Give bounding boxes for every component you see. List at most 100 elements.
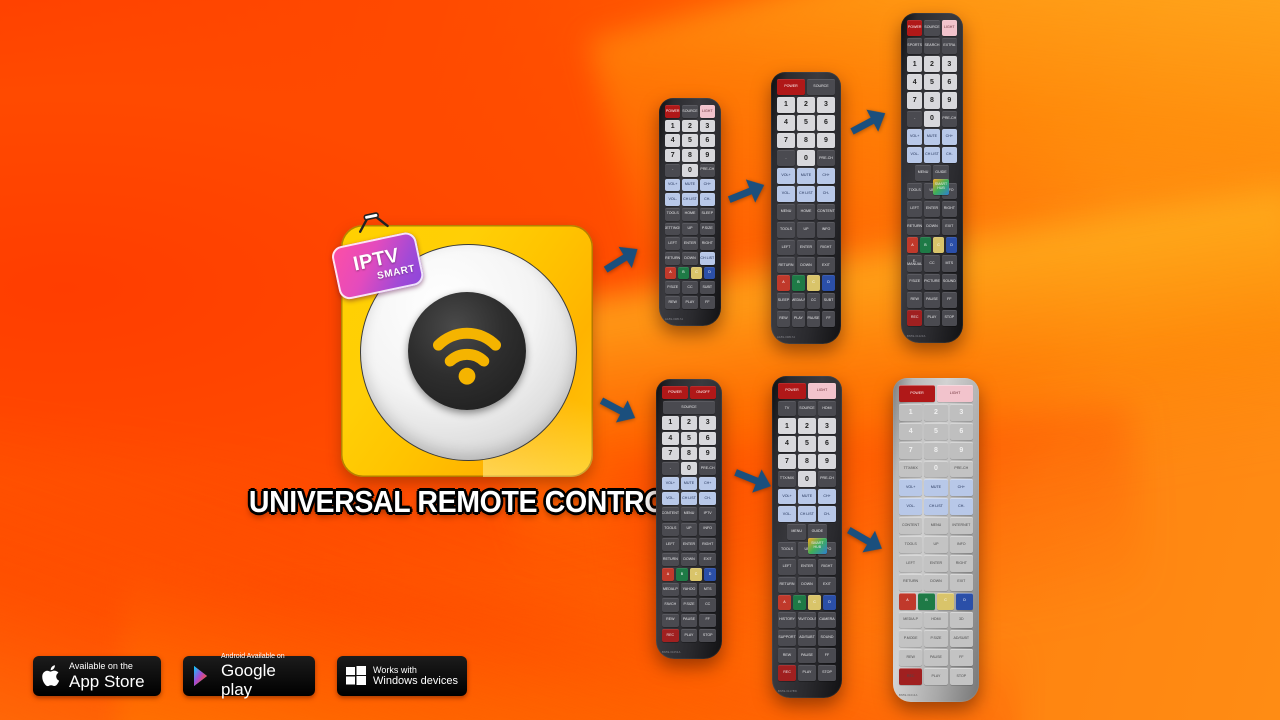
key-ch[interactable]: CH- xyxy=(818,506,836,523)
key-internet[interactable]: INTERNET xyxy=(949,517,973,534)
key-c[interactable]: C xyxy=(690,568,702,582)
key-vol[interactable]: VOL- xyxy=(778,506,796,523)
key-rec[interactable]: REC xyxy=(662,628,679,642)
key-ch[interactable]: CH- xyxy=(699,193,715,206)
key-pause[interactable]: PAUSE xyxy=(924,291,940,308)
key-down[interactable]: DOWN xyxy=(924,573,948,591)
key-5[interactable]: 5 xyxy=(924,74,940,91)
universal-remote-app-icon[interactable]: IPTV SMART xyxy=(329,212,593,477)
key-pause[interactable]: PAUSE xyxy=(680,613,698,627)
key-mute[interactable]: MUTE xyxy=(798,488,816,505)
key-c[interactable]: C xyxy=(808,594,821,611)
key-2[interactable]: 2 xyxy=(680,416,698,430)
key-sleep[interactable]: SLEEP xyxy=(699,207,715,221)
key-smart-hub[interactable]: SMART HUB xyxy=(933,179,949,196)
key-7[interactable]: 7 xyxy=(777,132,795,149)
key-rew[interactable]: REW xyxy=(778,647,796,664)
key-ch-list[interactable]: CH LIST xyxy=(924,146,940,163)
key-source[interactable]: SOURCE xyxy=(663,401,715,415)
key-subt[interactable]: SUBT xyxy=(699,281,715,295)
key-ch[interactable]: CH+ xyxy=(818,488,836,505)
key-d[interactable]: D xyxy=(704,568,716,582)
key-down[interactable]: DOWN xyxy=(797,257,815,274)
key-source[interactable]: SOURCE xyxy=(807,79,835,95)
key-media-p[interactable]: MEDIA.P xyxy=(662,583,679,597)
key-right[interactable]: RIGHT xyxy=(699,237,715,251)
key-home[interactable]: HOME xyxy=(797,203,815,220)
key-media-p[interactable]: MEDIA.P xyxy=(792,293,805,309)
key-9[interactable]: 9 xyxy=(818,453,836,470)
key-up[interactable]: UP xyxy=(924,536,948,553)
key-left[interactable]: LEFT xyxy=(899,554,923,572)
key-vol[interactable]: VOL+ xyxy=(777,168,795,185)
key-power[interactable]: POWER xyxy=(778,383,806,399)
key-d[interactable]: D xyxy=(822,275,835,292)
key-p-mode[interactable]: P.MODE xyxy=(899,630,923,648)
key-[interactable]: - xyxy=(662,461,679,476)
key-3[interactable]: 3 xyxy=(941,56,957,73)
key-[interactable]: - xyxy=(665,163,681,177)
key-ttx-mix[interactable]: TTX/MIX xyxy=(899,460,923,478)
key-up[interactable]: UP xyxy=(680,522,698,536)
key-enter[interactable]: ENTER xyxy=(682,237,698,251)
key-tools[interactable]: TOOLS xyxy=(778,541,796,558)
key-mute[interactable]: MUTE xyxy=(680,477,698,491)
key-return[interactable]: RETURN xyxy=(907,219,923,236)
key-[interactable]: - xyxy=(777,150,795,167)
key-tools[interactable]: TOOLS xyxy=(907,182,923,200)
key-4[interactable]: 4 xyxy=(662,431,679,445)
key-power[interactable]: POWER xyxy=(662,386,688,400)
key-6[interactable]: 6 xyxy=(699,134,715,148)
key-mute[interactable]: MUTE xyxy=(924,479,948,497)
key-rew[interactable]: REW xyxy=(899,649,923,667)
key-6[interactable]: 6 xyxy=(817,114,835,131)
key-source[interactable]: SOURCE xyxy=(798,400,816,417)
key-cc[interactable]: CC xyxy=(682,281,698,295)
key-search[interactable]: SEARCH xyxy=(924,38,940,55)
key-cc[interactable]: CC xyxy=(699,598,717,612)
key-settings[interactable]: SETTINGS xyxy=(665,222,681,236)
key-up[interactable]: UP xyxy=(797,221,815,238)
key-c[interactable]: C xyxy=(807,275,820,292)
key-return[interactable]: RETURN xyxy=(777,257,795,274)
key-rew[interactable]: REW xyxy=(907,291,923,308)
key-3d[interactable]: 3D xyxy=(949,611,973,629)
key-3[interactable]: 3 xyxy=(699,416,717,430)
key-return[interactable]: RETURN xyxy=(665,252,681,265)
key-b[interactable]: B xyxy=(792,275,805,292)
key-source[interactable]: SOURCE xyxy=(682,105,698,118)
key-4[interactable]: 4 xyxy=(778,435,796,452)
key-0[interactable]: 0 xyxy=(798,471,816,487)
key-ch[interactable]: CH+ xyxy=(699,477,717,491)
key-0[interactable]: 0 xyxy=(682,163,698,177)
key-e-manual[interactable]: E-MANUAL xyxy=(907,255,923,272)
key-subt[interactable]: SUBT xyxy=(822,293,835,309)
key-b[interactable]: B xyxy=(920,237,931,254)
remote-2[interactable]: POWER SOURCE 1 2 3 4 5 6 7 8 9-0 PRE-CH VOL+ MUTE CH+ V… xyxy=(771,72,841,344)
key-4[interactable]: 4 xyxy=(907,74,923,91)
key-pause[interactable]: PAUSE xyxy=(807,310,820,327)
key-light[interactable]: LIGHT xyxy=(699,105,715,118)
key-stop[interactable]: STOP xyxy=(699,628,717,642)
key-5[interactable]: 5 xyxy=(924,422,948,440)
key-sound[interactable]: SOUND xyxy=(818,629,836,646)
key-stop[interactable]: STOP xyxy=(949,668,973,685)
key-3[interactable]: 3 xyxy=(817,96,835,113)
key-mute[interactable]: MUTE xyxy=(924,128,940,145)
key-mts[interactable]: MTS xyxy=(699,583,717,597)
key-return[interactable]: RETURN xyxy=(662,552,679,567)
key-light[interactable]: LIGHT xyxy=(941,20,957,37)
key-p-size[interactable]: P.SIZE xyxy=(924,630,948,648)
key-play[interactable]: PLAY xyxy=(924,668,948,685)
key-8[interactable]: 8 xyxy=(924,441,948,459)
key-p-size[interactable]: P.SIZE xyxy=(907,273,923,290)
key-tools[interactable]: TOOLS xyxy=(662,522,679,536)
key-vol[interactable]: VOL+ xyxy=(665,178,681,192)
key-play[interactable]: PLAY xyxy=(924,309,940,326)
key-9[interactable]: 9 xyxy=(699,149,715,162)
remote-6[interactable]: POWER LIGHT 1 2 3 4 5 6 7 8 9 TTX/MIX 0 PRE-CH VOL+ MUT… xyxy=(893,378,979,702)
key-8[interactable]: 8 xyxy=(798,453,816,470)
key-cc[interactable]: CC xyxy=(924,255,940,272)
key-menu[interactable]: MENU xyxy=(924,517,948,534)
key-ttx-mix[interactable]: TTX/MIX xyxy=(778,471,796,487)
